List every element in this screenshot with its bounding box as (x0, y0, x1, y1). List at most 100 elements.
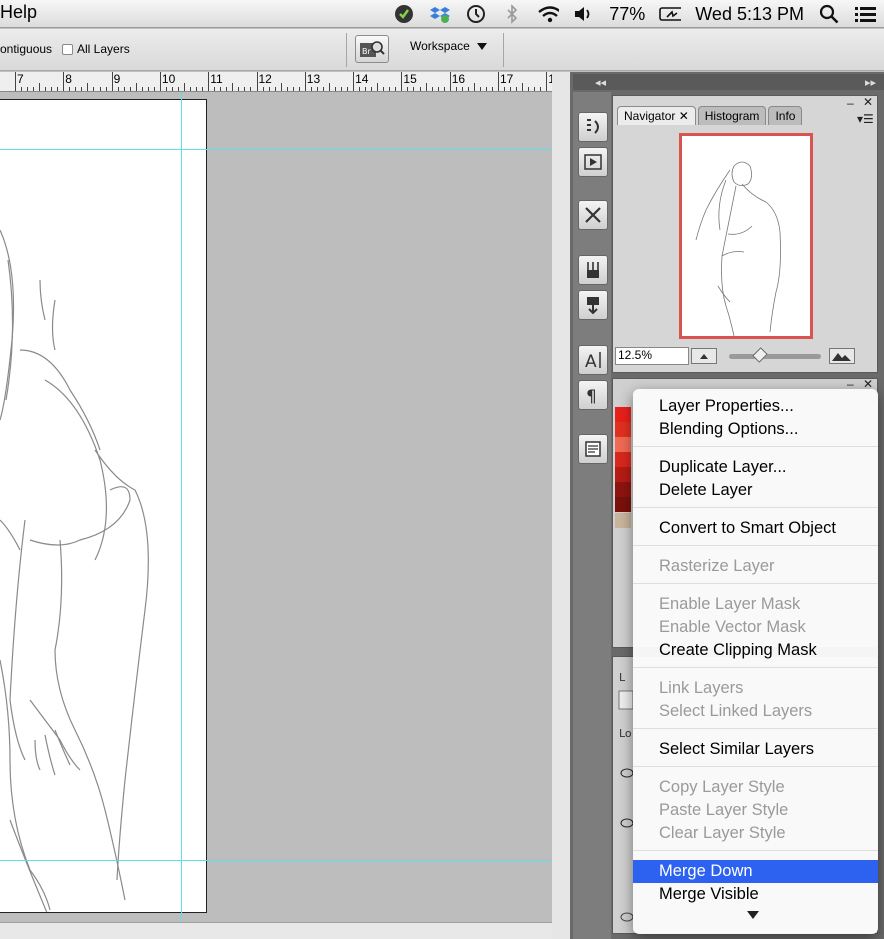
slider-thumb[interactable] (752, 347, 768, 363)
workspace-menu[interactable]: Workspace (410, 39, 488, 53)
layer-visibility-icons: L Lo (618, 671, 634, 922)
bridge-button[interactable]: Br (355, 35, 389, 63)
zoom-out-button[interactable] (691, 348, 717, 364)
ruler-major-tick (256, 72, 258, 91)
ruler-minor-tick (214, 87, 216, 91)
menu-item-merge-down[interactable]: Merge Down (633, 860, 878, 883)
horizontal-ruler[interactable]: 789101112131415161718 (0, 72, 552, 92)
tab-histogram[interactable]: Histogram (697, 106, 767, 125)
zoom-field[interactable]: 12.5% (615, 347, 689, 365)
brushes-icon[interactable] (578, 255, 608, 285)
swatch[interactable] (615, 437, 631, 452)
volume-icon[interactable] (573, 3, 595, 25)
all-layers-checkbox[interactable]: All Layers (62, 42, 130, 56)
menu-item-enable-vector-mask[interactable]: Enable Vector Mask (633, 616, 878, 639)
swatch[interactable] (615, 467, 631, 482)
ruler-minor-tick (383, 87, 385, 91)
battery-icon[interactable] (659, 3, 682, 25)
navigator-preview[interactable] (679, 133, 813, 339)
swatch[interactable] (615, 497, 631, 512)
tab-info[interactable]: Info (768, 106, 803, 125)
ruler-major-tick (208, 72, 210, 91)
menu-item-enable-layer-mask[interactable]: Enable Layer Mask (633, 593, 878, 616)
ruler-minor-tick (461, 87, 463, 91)
menu-item-delete-layer[interactable]: Delete Layer (633, 479, 878, 502)
notification-center-icon[interactable] (854, 3, 876, 25)
close-icon[interactable]: ✕ (863, 95, 873, 109)
menu-divider (633, 728, 878, 729)
menu-help[interactable]: Help (0, 2, 37, 23)
checkbox-box[interactable] (62, 43, 73, 55)
ruler-minor-tick (522, 83, 524, 91)
ruler-minor-tick (190, 87, 192, 91)
ruler-minor-tick (196, 87, 198, 91)
ruler-minor-tick (479, 87, 481, 91)
contiguous-label[interactable]: ontiguous (0, 42, 52, 56)
menu-item-link-layers[interactable]: Link Layers (633, 677, 878, 700)
ruler-number: 17 (500, 72, 514, 86)
history-icon[interactable] (578, 112, 608, 142)
zoom-slider[interactable] (729, 347, 821, 363)
tab-navigator[interactable]: Navigator ✕ (617, 106, 696, 125)
horizontal-scrollbar[interactable] (0, 922, 552, 939)
ruler-minor-tick (395, 87, 397, 91)
menu-item-convert-to-smart-object[interactable]: Convert to Smart Object (633, 517, 878, 540)
spotlight-search-icon[interactable] (818, 3, 840, 25)
ruler-minor-tick (171, 87, 173, 91)
clone-source-icon[interactable] (578, 290, 608, 320)
ruler-minor-tick (117, 87, 119, 91)
menu-item-rasterize-layer[interactable]: Rasterize Layer (633, 555, 878, 578)
ruler-minor-tick (334, 87, 336, 91)
ruler-major-tick (353, 72, 355, 91)
ruler-minor-tick (238, 87, 240, 91)
dropbox-icon[interactable] (429, 3, 451, 25)
menu-divider (633, 446, 878, 447)
battery-percent[interactable]: 77% (609, 4, 645, 25)
evernote-icon[interactable] (393, 3, 415, 25)
svg-text:▸▸: ▸▸ (865, 76, 877, 89)
clock[interactable]: Wed 5:13 PM (695, 4, 804, 25)
ruler-minor-tick (87, 83, 89, 91)
menu-divider (633, 667, 878, 668)
menu-item-clear-layer-style[interactable]: Clear Layer Style (633, 822, 878, 845)
menu-item-paste-layer-style[interactable]: Paste Layer Style (633, 799, 878, 822)
wifi-icon[interactable] (537, 3, 560, 25)
document-canvas[interactable] (0, 99, 207, 913)
paragraph-icon[interactable]: ¶ (578, 380, 608, 410)
menu-item-blending-options[interactable]: Blending Options... (633, 418, 878, 441)
swatch[interactable] (615, 452, 631, 467)
swatch[interactable] (615, 422, 631, 437)
ruler-minor-tick (250, 87, 252, 91)
menu-item-copy-layer-style[interactable]: Copy Layer Style (633, 776, 878, 799)
canvas-area[interactable] (0, 92, 552, 922)
swatch[interactable] (615, 513, 631, 528)
character-icon[interactable]: A (578, 345, 608, 375)
zoom-in-button[interactable] (829, 348, 855, 364)
ruler-minor-tick (244, 87, 246, 91)
menu-bar: Help 77% Wed 5:13 PM (0, 0, 884, 28)
menu-item-merge-visible[interactable]: Merge Visible (633, 883, 878, 906)
notes-icon[interactable] (578, 434, 608, 464)
swatch[interactable] (615, 407, 631, 422)
menu-item-duplicate-layer[interactable]: Duplicate Layer... (633, 456, 878, 479)
menu-divider (633, 850, 878, 851)
ruler-minor-tick (33, 87, 35, 91)
bluetooth-icon[interactable] (501, 3, 523, 25)
scroll-down-arrow-icon[interactable] (747, 911, 759, 919)
minimize-icon[interactable]: – (847, 96, 854, 110)
ruler-minor-tick (540, 87, 542, 91)
ruler-minor-tick (57, 87, 59, 91)
panel-menu-icon[interactable]: ▾☰ (857, 112, 874, 126)
menu-item-create-clipping-mask[interactable]: Create Clipping Mask (633, 639, 878, 662)
time-machine-icon[interactable] (465, 3, 487, 25)
menu-item-select-similar-layers[interactable]: Select Similar Layers (633, 738, 878, 761)
menu-item-select-linked-layers[interactable]: Select Linked Layers (633, 700, 878, 723)
options-bar: ontiguous All Layers Br Workspace (0, 29, 884, 71)
menu-item-layer-properties[interactable]: Layer Properties... (633, 395, 878, 418)
ruler-minor-tick (286, 87, 288, 91)
tool-presets-icon[interactable] (578, 200, 608, 230)
actions-play-icon[interactable] (578, 147, 608, 177)
chevron-down-icon (476, 43, 487, 50)
swatch[interactable] (615, 482, 631, 497)
ruler-major-tick (159, 72, 161, 91)
